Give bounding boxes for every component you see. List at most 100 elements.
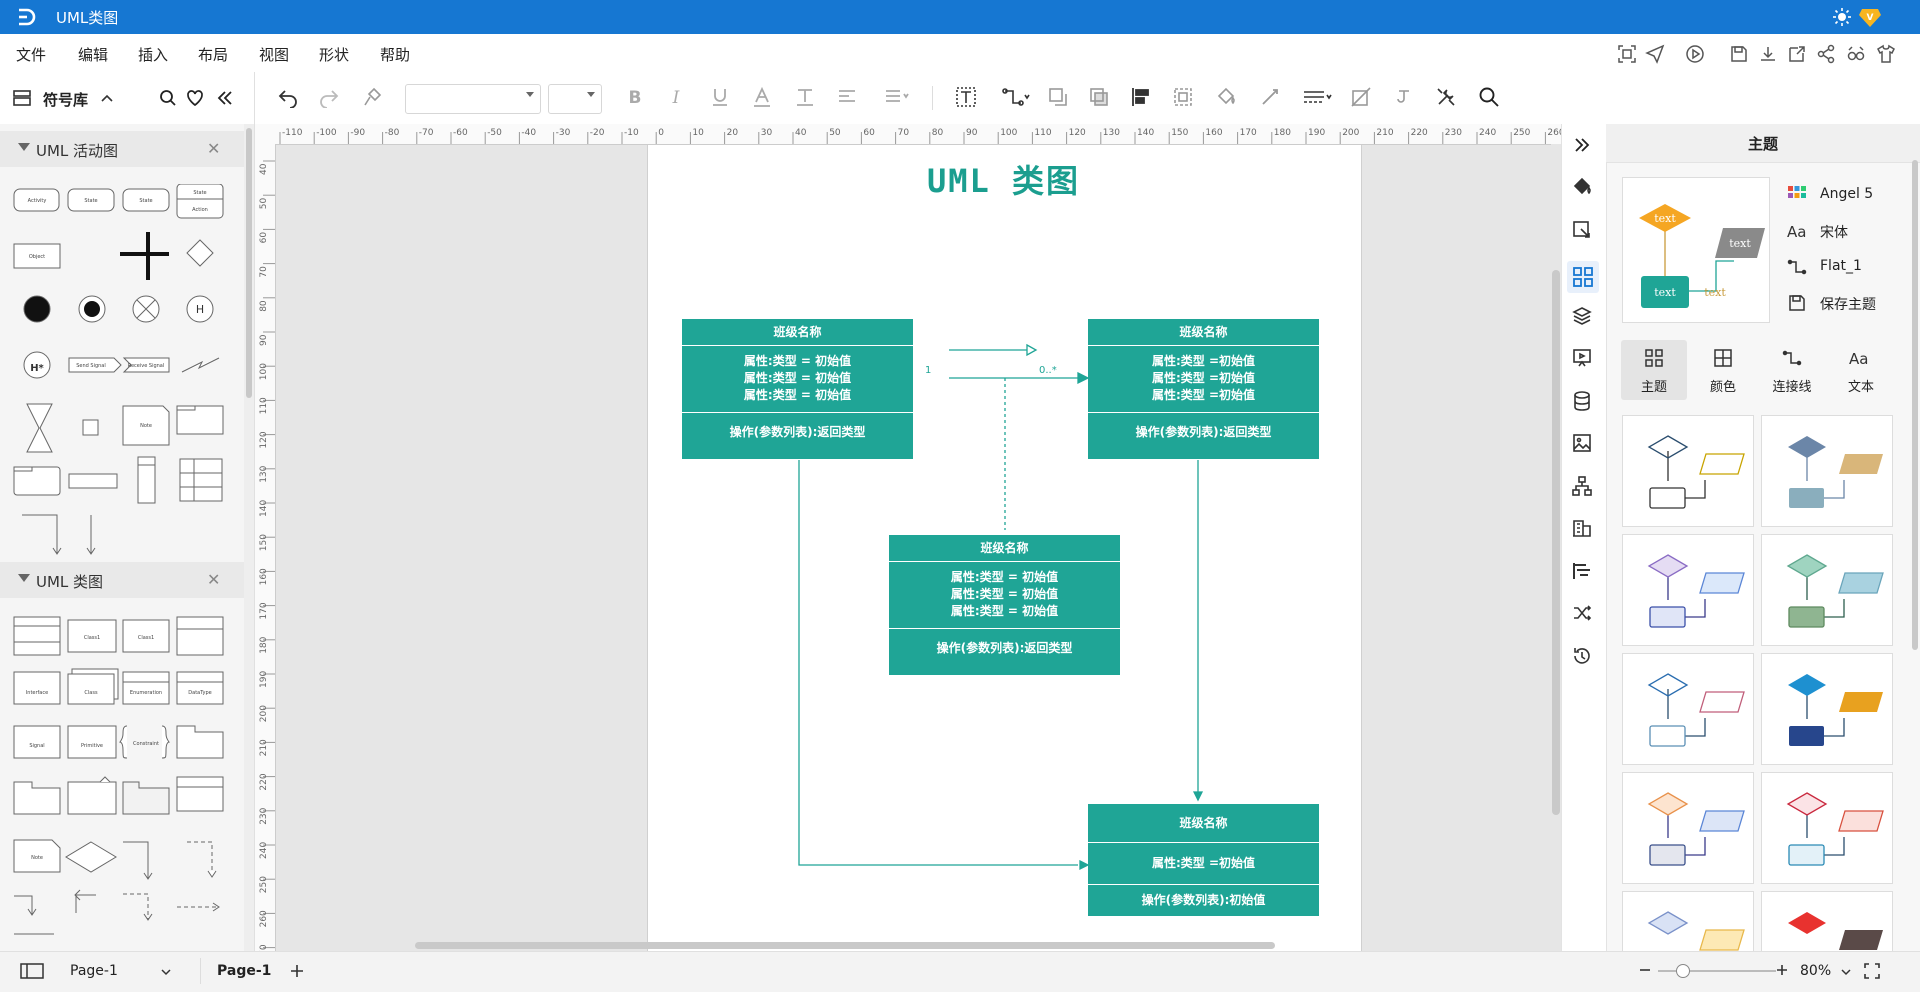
theme-connector[interactable]: Flat_1 (1820, 258, 1862, 274)
format-painter-icon[interactable] (362, 86, 386, 110)
theme-card[interactable] (1761, 534, 1893, 646)
section-uml-activity[interactable]: UML 活动图 ✕ (0, 131, 244, 167)
connector-icon[interactable] (1002, 86, 1030, 110)
library-scroll-thumb[interactable] (246, 128, 252, 398)
align-text-icon[interactable] (836, 86, 860, 110)
paint-bucket-icon[interactable] (1571, 176, 1595, 200)
page-selector[interactable]: Page-1 (70, 963, 118, 979)
tools-icon[interactable] (1435, 86, 1459, 110)
close-icon[interactable]: ✕ (207, 139, 220, 158)
theme-card[interactable] (1761, 415, 1893, 527)
building-icon[interactable] (1571, 517, 1595, 541)
fill-color-icon[interactable] (1215, 86, 1239, 110)
export-icon[interactable] (1787, 44, 1807, 64)
underline-icon[interactable] (709, 86, 733, 110)
font-family-select[interactable] (405, 84, 541, 114)
bring-front-icon[interactable] (1047, 86, 1071, 110)
uml-class-box[interactable]: 班级名称 属性:类型 =初始值 属性:类型 =初始值 属性:类型 =初始值 操作… (1088, 319, 1319, 459)
org-chart-icon[interactable] (1571, 475, 1595, 499)
theme-card[interactable] (1761, 772, 1893, 884)
theme-preview[interactable]: text text text text (1622, 177, 1770, 323)
image-icon[interactable] (1571, 432, 1595, 456)
menu-file[interactable]: 文件 (16, 44, 46, 65)
save-icon[interactable] (1729, 44, 1749, 64)
zoom-level[interactable]: 80% (1800, 963, 1831, 979)
save-theme-button[interactable]: 保存主题 (1820, 294, 1876, 314)
zoom-in-icon[interactable] (1774, 962, 1790, 978)
history-icon[interactable] (1571, 645, 1595, 669)
send-back-icon[interactable] (1088, 86, 1112, 110)
line-style-icon[interactable] (1302, 86, 1332, 110)
group-icon[interactable] (1172, 86, 1196, 110)
theme-name[interactable]: Angel 5 (1820, 186, 1873, 202)
chevron-down-icon[interactable] (1840, 966, 1852, 978)
collapse-panel-icon[interactable] (215, 88, 235, 108)
expand-panel-icon[interactable] (1571, 134, 1595, 158)
line-color-icon[interactable] (1259, 86, 1283, 110)
chevron-down-icon[interactable] (160, 966, 172, 978)
zoom-slider-thumb[interactable] (1676, 964, 1690, 978)
theme-icon[interactable] (1567, 261, 1599, 293)
close-icon[interactable]: ✕ (207, 570, 220, 589)
theme-card[interactable] (1761, 891, 1893, 953)
shadow-off-icon[interactable] (1350, 86, 1374, 110)
search-icon[interactable] (158, 88, 178, 108)
menu-view[interactable]: 视图 (259, 44, 289, 65)
uml-class-box[interactable]: 班级名称 属性:类型 =初始值 操作(参数列表):初始值 (1088, 804, 1319, 916)
send-icon[interactable] (1645, 44, 1665, 64)
text-box-icon[interactable] (955, 86, 979, 110)
add-page-icon[interactable] (288, 962, 306, 980)
tab-color[interactable]: 颜色 (1690, 340, 1756, 400)
font-color-icon[interactable] (751, 86, 775, 110)
theme-card[interactable] (1622, 891, 1754, 953)
menu-edit[interactable]: 编辑 (78, 44, 108, 65)
shirt-icon[interactable] (1876, 44, 1896, 64)
theme-card[interactable] (1622, 534, 1754, 646)
theme-card[interactable] (1622, 415, 1754, 527)
tab-theme[interactable]: 主题 (1621, 340, 1687, 400)
vip-badge-icon[interactable]: V (1858, 5, 1882, 29)
hook-icon[interactable] (1393, 86, 1417, 110)
menu-shape[interactable]: 形状 (319, 44, 349, 65)
collaborate-icon[interactable] (1846, 44, 1866, 64)
page-tab[interactable]: Page-1 (217, 963, 271, 979)
tab-connector[interactable]: 连接线 (1759, 340, 1825, 400)
canvas-horizontal-scroll-thumb[interactable] (415, 942, 1275, 949)
theme-card[interactable] (1622, 772, 1754, 884)
menu-layout[interactable]: 布局 (198, 44, 228, 65)
presentation-icon[interactable] (1571, 347, 1595, 371)
theme-toggle-sun-icon[interactable] (1832, 7, 1852, 27)
multiplicity-label[interactable]: 0..* (1039, 365, 1057, 376)
theme-card[interactable] (1622, 653, 1754, 765)
app-logo-icon[interactable] (14, 6, 38, 28)
fit-page-icon[interactable] (1862, 961, 1882, 981)
text-style-icon[interactable] (794, 86, 818, 110)
section-uml-class[interactable]: UML 类图 ✕ (0, 562, 244, 598)
theme-font[interactable]: 宋体 (1820, 222, 1848, 242)
activity-shape-grid[interactable]: Activity State State State Action Object… (12, 184, 237, 684)
theme-panel-scroll-thumb[interactable] (1912, 160, 1918, 650)
collapse-chevron-up-icon[interactable] (99, 90, 115, 106)
gantt-icon[interactable] (1571, 560, 1595, 584)
menu-insert[interactable]: 插入 (138, 44, 168, 65)
play-icon[interactable] (1685, 44, 1705, 64)
tab-text[interactable]: Aa 文本 (1828, 340, 1894, 400)
menu-help[interactable]: 帮助 (380, 44, 410, 65)
undo-icon[interactable] (277, 86, 301, 110)
edit-shape-icon[interactable] (1571, 219, 1595, 243)
fullscreen-icon[interactable] (1617, 44, 1637, 64)
italic-icon[interactable]: I (665, 86, 689, 110)
theme-card[interactable] (1761, 653, 1893, 765)
layers-icon[interactable] (1571, 305, 1595, 329)
data-icon[interactable] (1571, 390, 1595, 414)
bold-icon[interactable]: B (624, 86, 648, 110)
download-icon[interactable] (1758, 44, 1778, 64)
uml-class-box[interactable]: 班级名称 属性:类型 = 初始值 属性:类型 = 初始值 属性:类型 = 初始值… (889, 535, 1120, 675)
shuffle-icon[interactable] (1571, 602, 1595, 626)
share-icon[interactable] (1816, 44, 1836, 64)
class-shape-grid[interactable]: Class1 Class1 Interface Class Enumeratio… (12, 614, 237, 951)
favorite-heart-icon[interactable] (185, 88, 205, 108)
page-list-icon[interactable] (20, 961, 44, 981)
redo-icon[interactable] (318, 86, 342, 110)
font-size-select[interactable] (548, 84, 602, 114)
